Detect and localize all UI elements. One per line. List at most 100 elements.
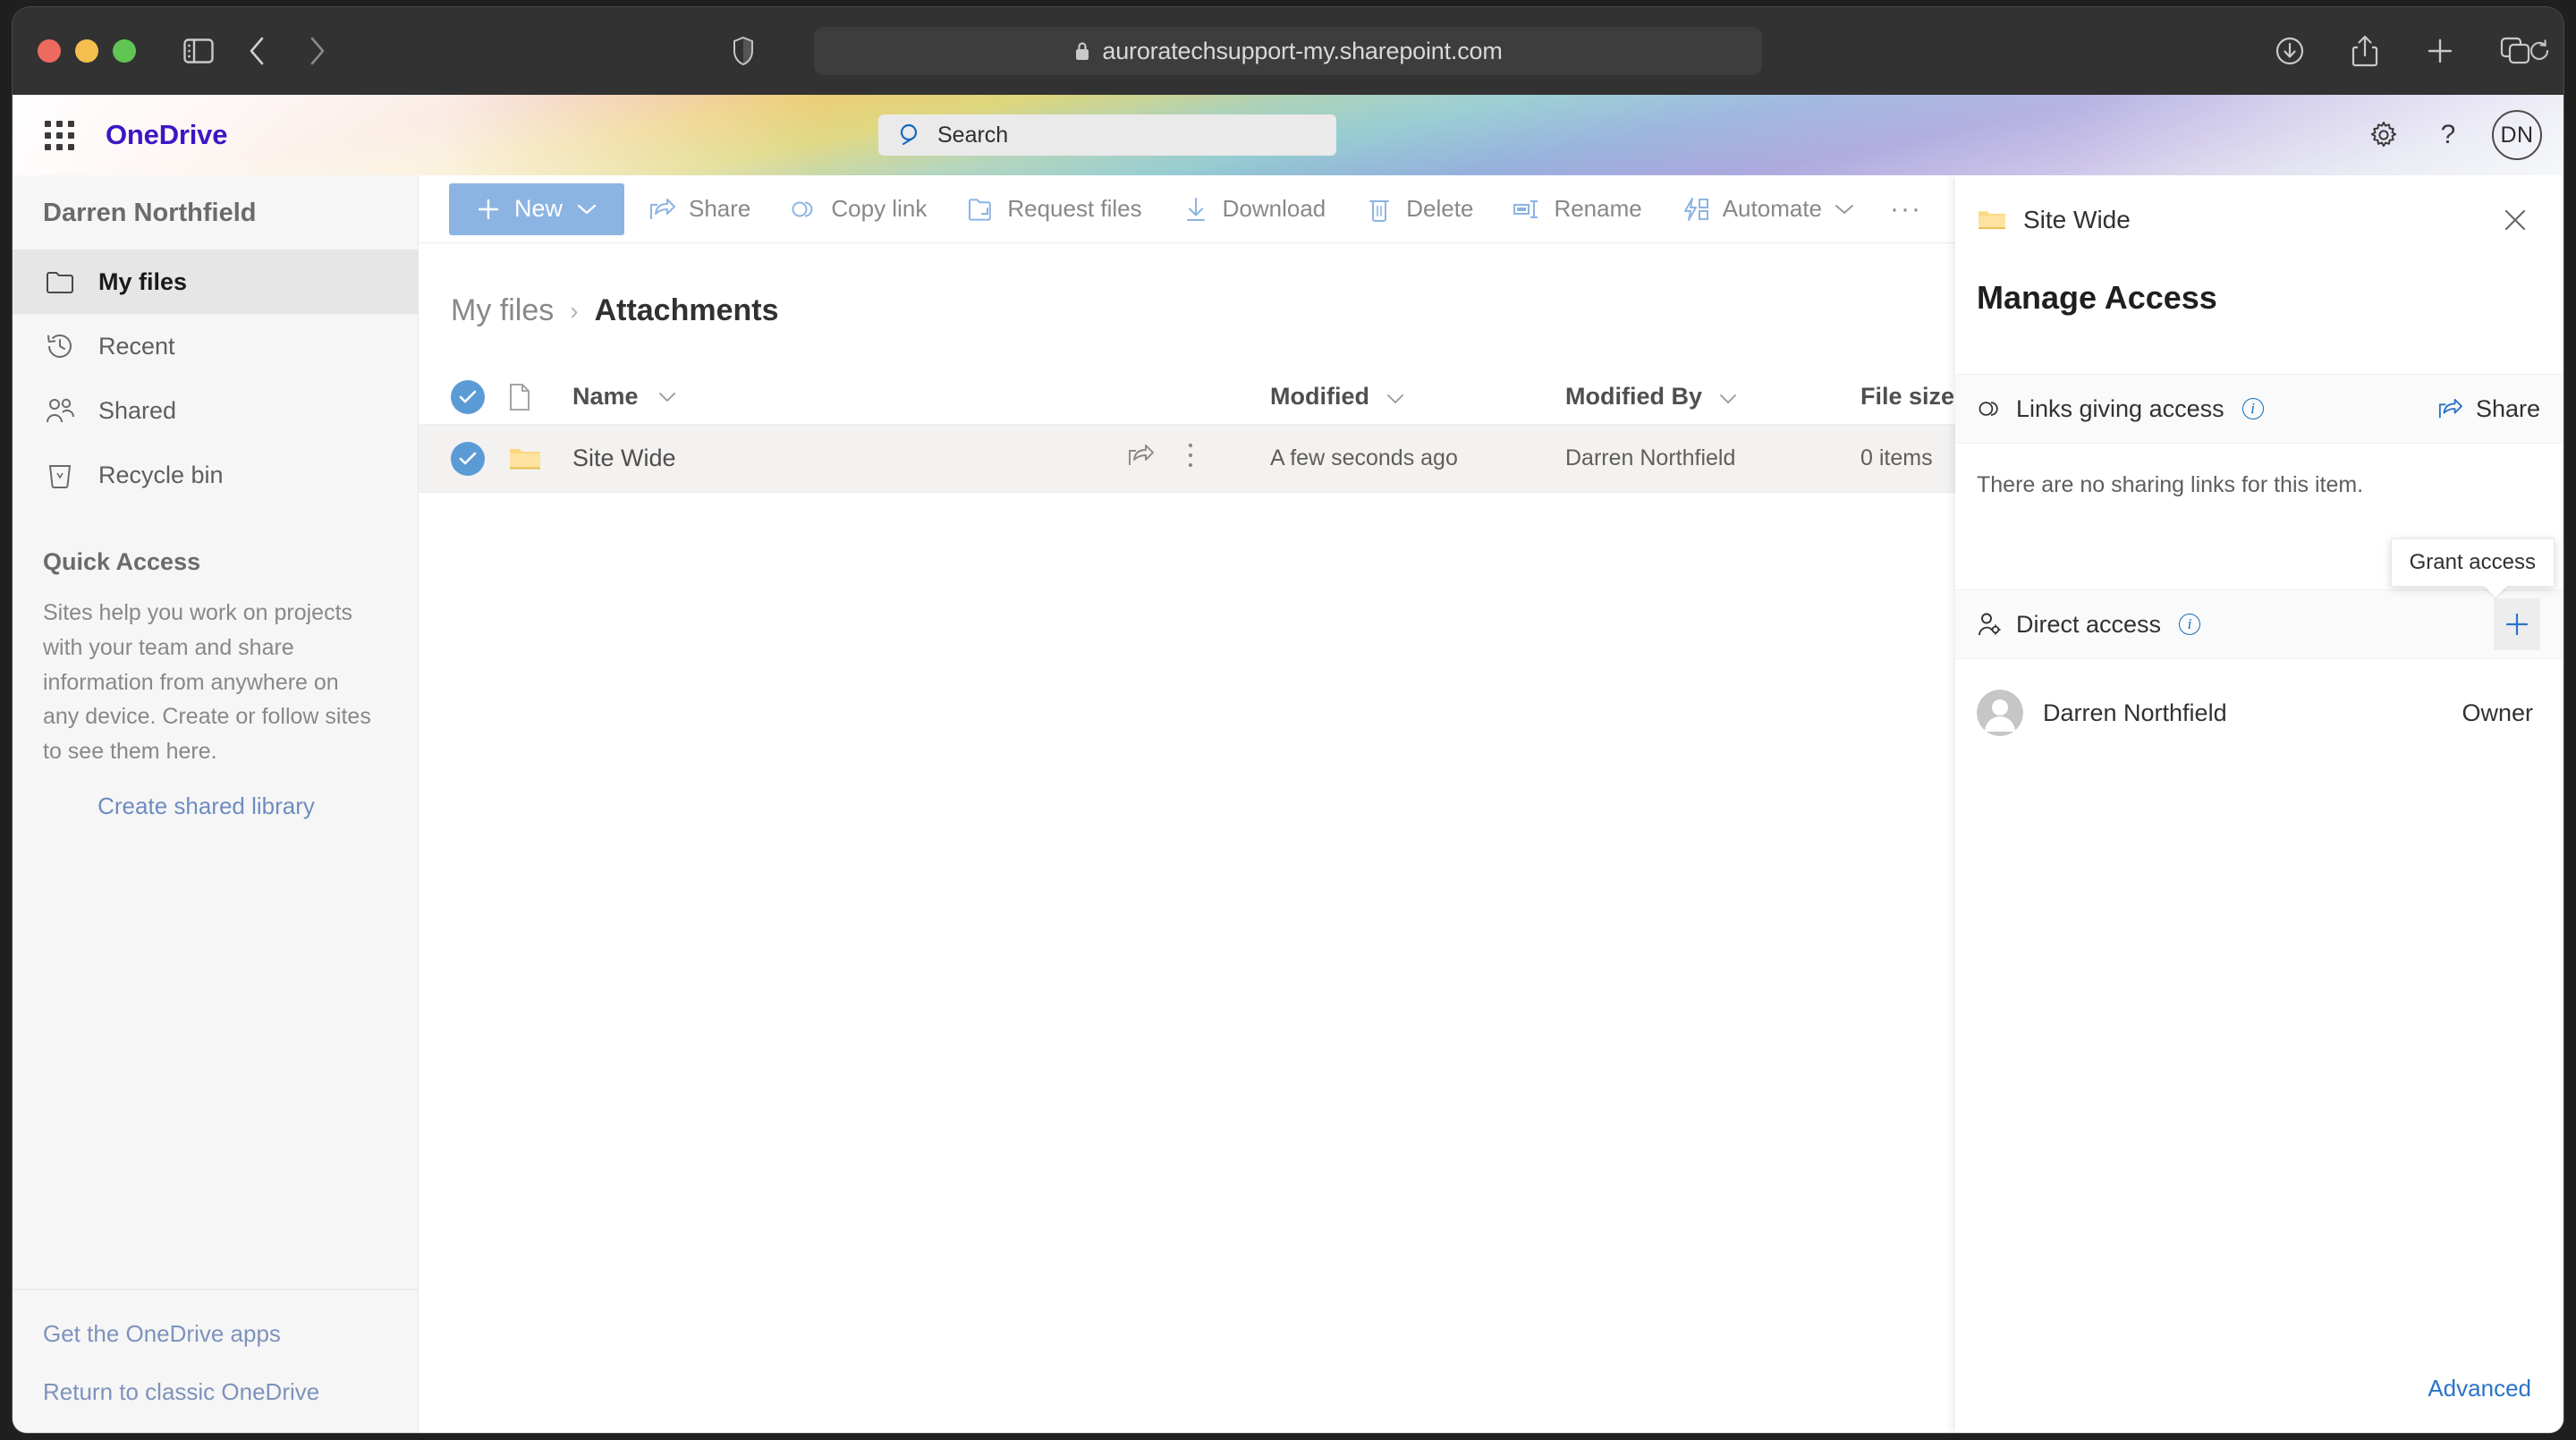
main-content: New Share Copy link Request files Downlo…	[419, 175, 2563, 1433]
plus-icon	[2505, 613, 2529, 636]
panel-share-button[interactable]: Share	[2436, 395, 2540, 423]
sidebar-nav: My files Recent Shared Recycle bin	[13, 250, 418, 507]
direct-access-section-header: Direct access i Grant access	[1955, 538, 2563, 659]
sidebar-item-recycle-bin[interactable]: Recycle bin	[13, 443, 418, 507]
column-header-modified[interactable]: Modified	[1270, 383, 1565, 411]
minimize-window-button[interactable]	[75, 39, 98, 63]
sidebar-item-recent[interactable]: Recent	[13, 314, 418, 378]
new-tab-icon[interactable]	[2415, 26, 2465, 76]
plus-icon	[478, 199, 499, 219]
rename-command[interactable]: Rename	[1496, 183, 1657, 235]
sidebar-item-my-files[interactable]: My files	[13, 250, 418, 314]
downloads-icon[interactable]	[2265, 26, 2315, 76]
more-vertical-icon[interactable]	[1186, 441, 1195, 476]
row-share-icon[interactable]	[1127, 443, 1154, 474]
close-icon[interactable]	[2494, 199, 2537, 241]
suite-header-actions: ? DN	[2356, 95, 2542, 175]
command-label: Delete	[1406, 195, 1474, 222]
browser-titlebar: auroratechsupport-my.sharepoint.com	[13, 7, 2563, 95]
breadcrumb-separator: ›	[570, 296, 579, 325]
tab-overview-icon[interactable]	[2490, 26, 2540, 76]
sidebar-item-label: My files	[98, 267, 188, 295]
avatar[interactable]: DN	[2492, 110, 2542, 160]
person-role: Owner	[2462, 699, 2533, 726]
info-icon[interactable]: i	[2179, 614, 2201, 635]
get-onedrive-apps-link[interactable]: Get the OneDrive apps	[43, 1320, 418, 1348]
trash-icon	[1365, 195, 1394, 224]
row-checkbox[interactable]	[451, 441, 508, 476]
automate-command[interactable]: Automate	[1665, 183, 1870, 235]
help-icon[interactable]: ?	[2420, 107, 2476, 163]
sidebar-account-name: Darren Northfield	[43, 199, 257, 227]
rename-icon	[1513, 195, 1541, 224]
people-icon	[45, 395, 75, 426]
return-classic-onedrive-link[interactable]: Return to classic OneDrive	[43, 1378, 418, 1406]
request-files-icon	[966, 195, 995, 224]
privacy-shield-icon[interactable]	[719, 27, 767, 75]
share-arrow-icon	[648, 195, 676, 224]
info-icon[interactable]: i	[2241, 398, 2264, 419]
sidebar-toggle-icon[interactable]	[174, 26, 224, 76]
checkbox-checked-icon	[451, 379, 485, 414]
row-name-cell[interactable]: Site Wide	[572, 445, 1127, 472]
no-sharing-links-message: There are no sharing links for this item…	[1977, 472, 2364, 497]
sidebar-item-label: Recycle bin	[98, 461, 224, 488]
address-bar-container: auroratechsupport-my.sharepoint.com	[13, 27, 2563, 75]
download-command[interactable]: Download	[1165, 183, 1343, 235]
list-item[interactable]: Darren Northfield Owner	[1955, 659, 2563, 736]
search-input[interactable]: Search	[878, 114, 1336, 156]
address-bar[interactable]: auroratechsupport-my.sharepoint.com	[814, 27, 2549, 75]
folder-icon	[1979, 211, 2005, 230]
select-all-checkbox[interactable]	[451, 379, 508, 414]
copy-link-command[interactable]: Copy link	[774, 183, 943, 235]
forward-chevron-icon[interactable]	[292, 26, 342, 76]
page-viewport: OneDrive Search ? DN Darren Northfield M…	[13, 95, 2563, 1433]
quick-access-section: Quick Access Sites help you work on proj…	[13, 548, 418, 820]
sidebar-item-shared[interactable]: Shared	[13, 378, 418, 443]
maximize-window-button[interactable]	[113, 39, 136, 63]
share-command[interactable]: Share	[631, 183, 767, 235]
panel-footer: Advanced	[1955, 1375, 2563, 1433]
file-name-link[interactable]: Site Wide	[572, 445, 676, 472]
browser-toolbar-right	[2265, 26, 2540, 76]
chevron-down-icon	[658, 392, 675, 402]
svg-text:?: ?	[2441, 120, 2456, 149]
app-launcher-icon[interactable]	[34, 110, 84, 160]
automate-icon	[1682, 195, 1710, 224]
create-shared-library-link[interactable]: Create shared library	[43, 792, 387, 820]
file-type-column-icon[interactable]	[508, 383, 572, 411]
address-bar-url: auroratechsupport-my.sharepoint.com	[1102, 37, 1503, 64]
advanced-link[interactable]: Advanced	[2428, 1375, 2531, 1402]
share-icon[interactable]	[2340, 26, 2390, 76]
request-files-command[interactable]: Request files	[950, 183, 1157, 235]
sidebar-item-label: Recent	[98, 332, 175, 360]
command-label: Automate	[1722, 195, 1823, 222]
chevron-down-icon	[1386, 394, 1403, 403]
column-label: Modified	[1270, 383, 1369, 410]
manage-access-panel: Site Wide Manage Access Links giving acc…	[1955, 175, 2563, 1433]
chevron-down-icon	[1835, 204, 1854, 214]
command-overflow-button[interactable]: ···	[1877, 194, 1935, 224]
column-label: File size	[1860, 383, 1955, 410]
column-header-modified-by[interactable]: Modified By	[1565, 383, 1860, 411]
grant-access-button[interactable]	[2494, 598, 2540, 650]
link-icon	[1979, 402, 1998, 416]
command-label: Request files	[1007, 195, 1142, 222]
person-avatar	[1977, 690, 2023, 736]
lock-icon	[1076, 42, 1089, 60]
link-icon	[790, 195, 818, 224]
new-button[interactable]: New	[449, 182, 624, 235]
gear-icon[interactable]	[2356, 107, 2411, 163]
checkbox-checked-icon	[451, 441, 485, 476]
share-arrow-icon	[2438, 398, 2462, 419]
trash-icon	[45, 460, 75, 490]
breadcrumb-root[interactable]: My files	[451, 293, 554, 328]
delete-command[interactable]: Delete	[1349, 183, 1489, 235]
onedrive-brand[interactable]: OneDrive	[106, 119, 227, 151]
command-label: Copy link	[831, 195, 928, 222]
back-chevron-icon[interactable]	[233, 26, 283, 76]
close-window-button[interactable]	[38, 39, 61, 63]
person-identity: Darren Northfield	[1977, 690, 2227, 736]
panel-header: Site Wide	[1955, 175, 2563, 241]
column-header-name[interactable]: Name	[572, 383, 1127, 411]
